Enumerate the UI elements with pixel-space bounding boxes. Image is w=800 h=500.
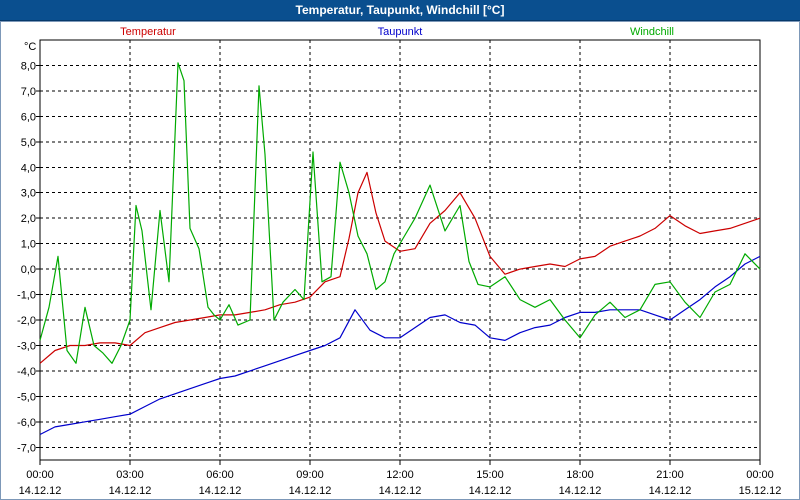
y-tick-label: -3,0 xyxy=(17,340,36,352)
x-tick-date-label: 14.12.12 xyxy=(559,485,602,497)
legend-label-temperatur: Temperatur xyxy=(120,26,176,38)
legend: Temperatur Taupunkt Windchill xyxy=(120,26,674,38)
x-tick-date-label: 14.12.12 xyxy=(469,485,512,497)
x-tick-date-label: 14.12.12 xyxy=(19,485,62,497)
x-tick-time-label: 15:00 xyxy=(476,469,504,481)
y-tick-label: -2,0 xyxy=(17,315,36,327)
x-tick-date-label: 14.12.12 xyxy=(379,485,422,497)
x-tick-date-label: 15.12.12 xyxy=(739,485,782,497)
y-tick-label: 0,0 xyxy=(21,264,36,276)
x-tick-time-label: 12:00 xyxy=(386,469,414,481)
y-tick-label: 6,0 xyxy=(21,111,36,123)
x-tick-date-label: 14.12.12 xyxy=(199,485,242,497)
x-tick-time-label: 18:00 xyxy=(566,469,594,481)
x-tick-time-label: 03:00 xyxy=(116,469,144,481)
y-tick-label: 7,0 xyxy=(21,86,36,98)
y-tick-label: 8,0 xyxy=(21,60,36,72)
x-tick-time-label: 00:00 xyxy=(26,469,54,481)
x-tick-time-label: 21:00 xyxy=(656,469,684,481)
y-tick-label: 5,0 xyxy=(21,137,36,149)
x-tick-time-label: 06:00 xyxy=(206,469,234,481)
y-tick-label: -7,0 xyxy=(17,442,36,454)
legend-label-windchill: Windchill xyxy=(630,26,674,38)
x-tick-date-label: 14.12.12 xyxy=(109,485,152,497)
chart-canvas: -7,0 -6,0 -5,0 -4,0 -3,0 -2,0 -1,0 0,0 1,0 2,0 3,0… xyxy=(17,26,782,497)
grid-lines xyxy=(40,40,760,460)
y-tick-label: -6,0 xyxy=(17,417,36,429)
y-tick-label: -4,0 xyxy=(17,366,36,378)
y-tick-label: 1,0 xyxy=(21,239,36,251)
legend-label-taupunkt: Taupunkt xyxy=(378,26,423,38)
y-tick-label: -5,0 xyxy=(17,391,36,403)
y-tick-label: 4,0 xyxy=(21,162,36,174)
x-tick-date-label: 14.12.12 xyxy=(649,485,692,497)
y-tick-label: -1,0 xyxy=(17,290,36,302)
x-tick-time-label: 09:00 xyxy=(296,469,324,481)
y-tick-label: 3,0 xyxy=(21,188,36,200)
x-tick-date-label: 14.12.12 xyxy=(289,485,332,497)
y-axis-unit-label: °C xyxy=(24,41,36,53)
y-tick-label: 2,0 xyxy=(21,213,36,225)
x-tick-time-label: 00:00 xyxy=(746,469,774,481)
x-axis: 00:00 14.12.12 03:00 14.12.12 06:00 14.12.12 0… xyxy=(19,460,782,497)
y-axis: -7,0 -6,0 -5,0 -4,0 -3,0 -2,0 -1,0 0,0 1,0 2,0 3,0… xyxy=(17,41,40,454)
